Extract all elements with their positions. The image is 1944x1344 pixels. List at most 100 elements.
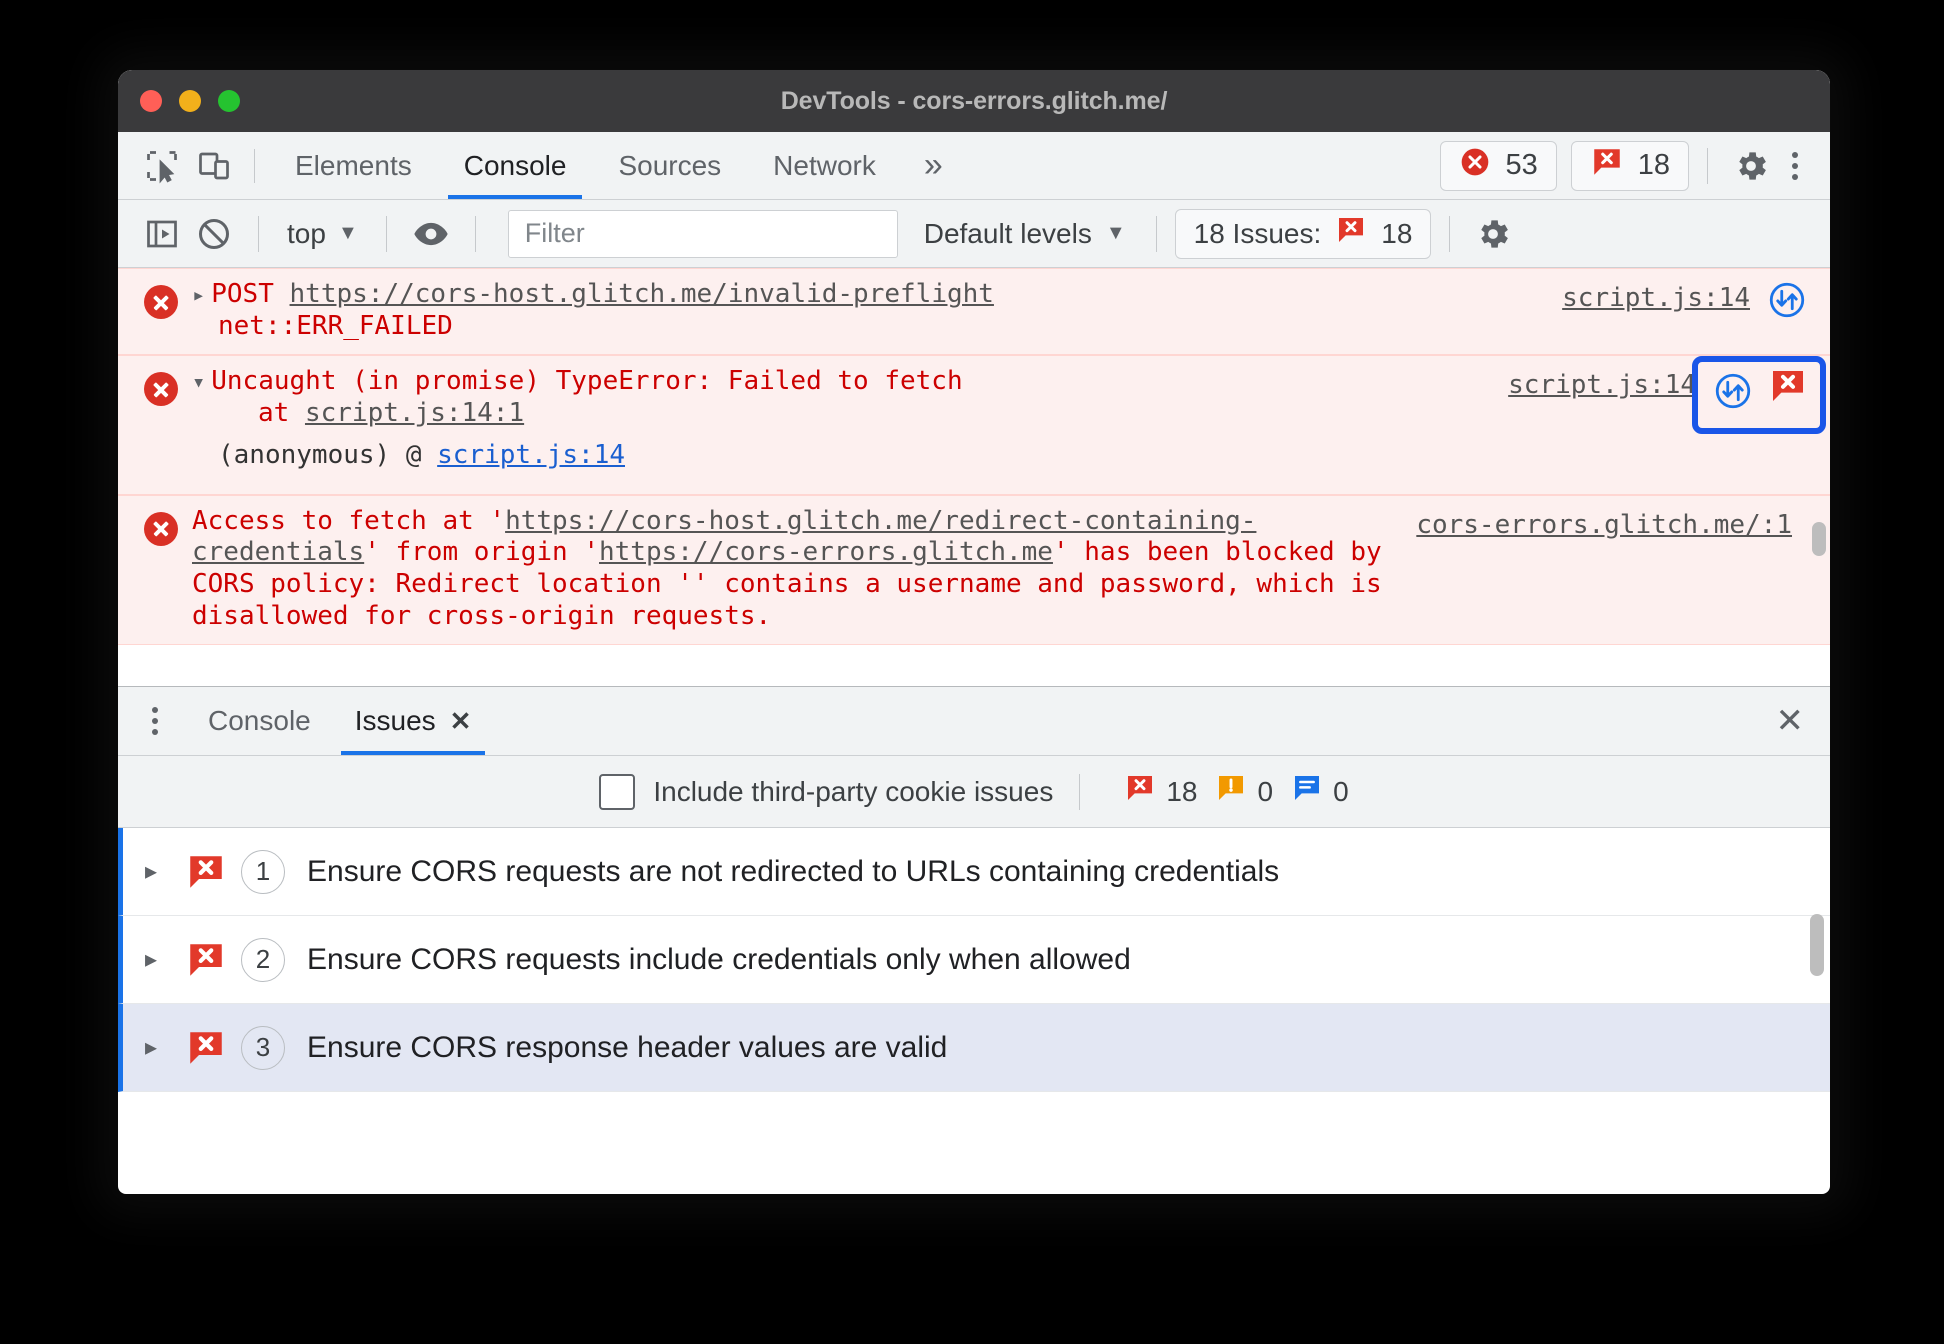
- issues-toolbar: Include third-party cookie issues 18 0 0: [118, 756, 1830, 828]
- issue-bubble-icon: [185, 939, 227, 981]
- console-toolbar-divider-5: [1449, 215, 1451, 252]
- close-window-button[interactable]: [140, 90, 162, 112]
- chevron-down-icon: ▼: [337, 222, 358, 244]
- console-toolbar-divider-3: [474, 215, 476, 252]
- console-message-text: ▸ POST https://cors-host.glitch.me/invali…: [192, 279, 1562, 342]
- console-message-error[interactable]: ▸ POST https://cors-host.glitch.me/invali…: [118, 268, 1830, 356]
- issue-warning-count-value: 0: [1257, 775, 1274, 807]
- tab-network-label: Network: [773, 149, 876, 181]
- issue-count-badge[interactable]: 18: [1570, 140, 1689, 191]
- more-tabs-chevron-icon[interactable]: »: [902, 132, 965, 199]
- expand-triangle-icon[interactable]: ▸: [192, 283, 205, 310]
- checkbox-box[interactable]: [599, 773, 636, 810]
- panel-tabs: Elements Console Sources Network »: [269, 132, 965, 199]
- issue-info-count: 0: [1291, 772, 1349, 811]
- issues-list[interactable]: ▸ 1 Ensure CORS requests are not redirec…: [118, 828, 1830, 1092]
- drawer-tab-issues-label: Issues: [354, 705, 436, 736]
- error-count-value: 53: [1505, 149, 1538, 181]
- issue-bubble-icon[interactable]: [1768, 366, 1808, 415]
- console-sidebar-icon[interactable]: [136, 208, 188, 260]
- console-scrollbar[interactable]: [1812, 522, 1826, 556]
- close-icon[interactable]: ✕: [450, 706, 472, 737]
- drawer-tab-issues[interactable]: Issues ✕: [333, 687, 494, 755]
- maximize-window-button[interactable]: [218, 90, 240, 112]
- anonymous-prefix: (anonymous) @: [218, 439, 438, 470]
- issue-count-value: 18: [1637, 149, 1670, 181]
- kebab-menu-icon[interactable]: [1776, 141, 1814, 191]
- error-circle-icon: [144, 285, 178, 319]
- toolbar-divider: [254, 148, 255, 183]
- tab-network[interactable]: Network: [747, 132, 902, 199]
- log-levels-selector[interactable]: Default levels ▼: [912, 218, 1138, 250]
- devtools-window: DevTools - cors-errors.glitch.me/ Elemen…: [118, 70, 1830, 1194]
- tab-console-label: Console: [463, 149, 567, 181]
- console-toolbar-divider-4: [1155, 215, 1157, 252]
- tab-sources-label: Sources: [618, 149, 722, 181]
- clear-console-icon[interactable]: [188, 208, 240, 260]
- issue-count-pill: 3: [241, 1025, 285, 1070]
- error-detail: net::ERR_FAILED: [218, 310, 453, 341]
- device-toolbar-icon[interactable]: [188, 140, 240, 192]
- message-actions: [1750, 279, 1830, 321]
- context-selector[interactable]: top ▼: [277, 218, 368, 250]
- tab-elements[interactable]: Elements: [269, 132, 438, 199]
- error-count-badge[interactable]: 53: [1440, 140, 1557, 191]
- issues-scrollbar[interactable]: [1810, 914, 1824, 976]
- issue-count-pill: 2: [241, 937, 285, 982]
- issue-title: Ensure CORS response header values are v…: [307, 1030, 948, 1064]
- window-titlebar: DevTools - cors-errors.glitch.me/: [118, 70, 1830, 132]
- error-circle-icon: [1459, 146, 1491, 186]
- request-url-link[interactable]: https://cors-host.glitch.me/invalid-pref…: [290, 279, 994, 309]
- third-party-cookie-checkbox[interactable]: Include third-party cookie issues: [599, 773, 1054, 810]
- window-controls[interactable]: [140, 90, 240, 112]
- issue-warning-count: 0: [1215, 772, 1273, 811]
- issue-row[interactable]: ▸ 2 Ensure CORS requests include credent…: [118, 916, 1830, 1004]
- expand-triangle-icon[interactable]: ▸: [145, 945, 185, 974]
- source-link[interactable]: script.js:14: [1562, 279, 1750, 315]
- network-request-icon[interactable]: [1712, 370, 1754, 412]
- network-request-icon[interactable]: [1766, 279, 1808, 321]
- source-link[interactable]: cors-errors.glitch.me/:1: [1416, 506, 1792, 542]
- error-circle-icon: [144, 372, 178, 407]
- stack-frame-line: at script.js:14:1: [192, 398, 1496, 430]
- inspect-cursor-icon[interactable]: [136, 140, 188, 192]
- filter-input[interactable]: [507, 209, 898, 258]
- drawer-tabbar: Console Issues ✕ ✕: [118, 686, 1830, 756]
- devtools-tabbar: Elements Console Sources Network » 53 18: [118, 132, 1830, 200]
- close-drawer-icon[interactable]: ✕: [1776, 704, 1805, 738]
- gear-icon[interactable]: [1468, 209, 1518, 259]
- kebab-menu-icon[interactable]: [136, 696, 174, 746]
- live-expression-eye-icon[interactable]: [405, 208, 457, 260]
- log-levels-label: Default levels: [923, 217, 1092, 249]
- issue-bubble-icon: [1590, 145, 1624, 187]
- issues-summary-count: 18: [1381, 217, 1413, 249]
- expand-triangle-icon[interactable]: ▸: [145, 857, 185, 886]
- context-selector-label: top: [287, 217, 326, 249]
- issue-row[interactable]: ▸ 1 Ensure CORS requests are not redirec…: [118, 828, 1830, 916]
- console-message-uncaught-error[interactable]: ▾ Uncaught (in promise) TypeError: Failed…: [118, 355, 1830, 495]
- source-link[interactable]: script.js:14: [1508, 366, 1696, 402]
- anonymous-frame-line: (anonymous) @ script.js:14: [192, 440, 1496, 472]
- stack-source-link[interactable]: script.js:14:1: [305, 398, 524, 428]
- issue-counts: 18 0 0: [1124, 772, 1349, 811]
- screenshot-root: DevTools - cors-errors.glitch.me/ Elemen…: [0, 0, 1944, 1344]
- console-message-cors-error[interactable]: Access to fetch at 'https://cors-host.gl…: [118, 494, 1830, 646]
- anonymous-source-link[interactable]: script.js:14: [437, 440, 625, 470]
- tab-console[interactable]: Console: [438, 132, 593, 199]
- cors-origin-url[interactable]: https://cors-errors.glitch.me: [599, 537, 1053, 567]
- console-message-list[interactable]: ▸ POST https://cors-host.glitch.me/invali…: [118, 268, 1830, 686]
- issues-summary-button[interactable]: 18 Issues: 18: [1174, 208, 1432, 259]
- collapse-triangle-icon[interactable]: ▾: [192, 370, 205, 397]
- drawer-tab-console[interactable]: Console: [186, 687, 333, 755]
- third-party-cookie-label: Include third-party cookie issues: [653, 775, 1054, 807]
- minimize-window-button[interactable]: [179, 90, 201, 112]
- expand-triangle-icon[interactable]: ▸: [145, 1033, 185, 1062]
- gear-icon[interactable]: [1726, 141, 1776, 191]
- issue-error-count: 18: [1124, 772, 1197, 811]
- issue-bubble-icon: [185, 851, 227, 893]
- tab-sources[interactable]: Sources: [592, 132, 747, 199]
- console-toolbar: top ▼ Default levels ▼ 18 Issues:: [118, 200, 1830, 268]
- issues-toolbar-divider: [1079, 773, 1081, 810]
- issue-row[interactable]: ▸ 3 Ensure CORS response header values a…: [118, 1004, 1830, 1092]
- error-circle-icon: [144, 511, 178, 546]
